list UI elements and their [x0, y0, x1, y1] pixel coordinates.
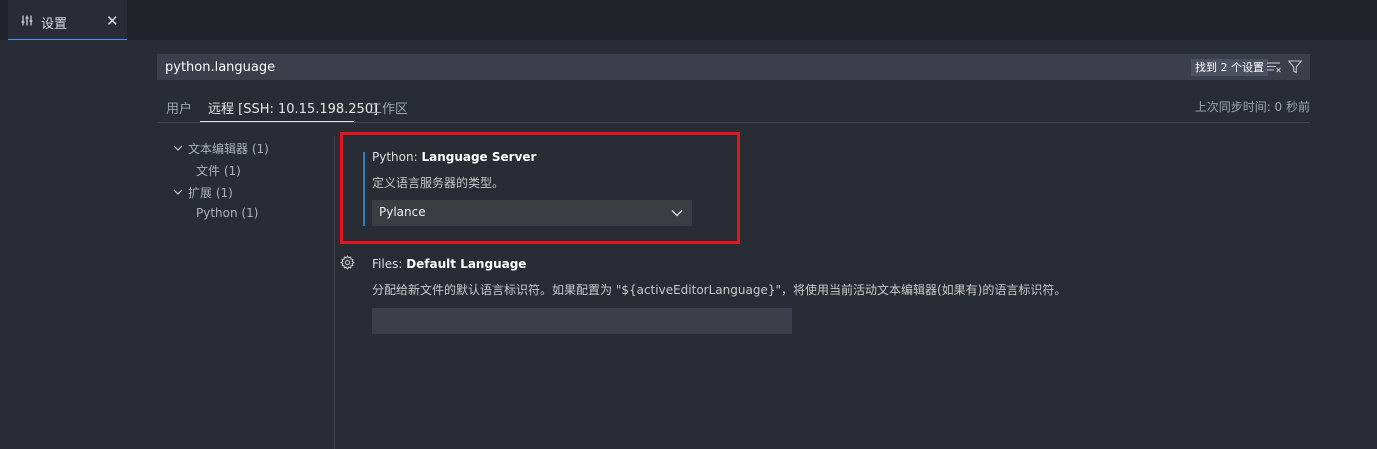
close-icon[interactable]: ✕: [106, 11, 119, 31]
tab-label: 设置: [41, 17, 68, 32]
chevron-down-icon[interactable]: [173, 187, 183, 197]
tab-workspace[interactable]: 工作区: [369, 98, 408, 117]
settings-tab[interactable]: 设置 ✕: [8, 0, 127, 40]
tab-remote[interactable]: 远程 [SSH: 10.15.198.250]: [208, 98, 378, 117]
gear-icon[interactable]: [340, 255, 355, 270]
settings-search-input[interactable]: [165, 54, 1065, 80]
setting-name: Default Language: [406, 257, 527, 271]
setting-category: Files:: [372, 257, 407, 271]
toc-item-python[interactable]: Python (1): [196, 206, 258, 220]
editor-tab-bar: 设置 ✕: [0, 0, 1377, 40]
toc-item-extensions[interactable]: 扩展 (1): [188, 184, 233, 201]
settings-sliders-icon: [21, 15, 33, 26]
settings-scope-tabs: 用户 远程 [SSH: 10.15.198.250] 工作区 上次同步时间: 0…: [157, 92, 1310, 123]
clear-filter-icon[interactable]: [1267, 61, 1281, 73]
filter-icon[interactable]: [1288, 60, 1302, 74]
highlight-box: [340, 132, 740, 244]
default-language-input[interactable]: [372, 308, 792, 334]
setting-title-default-language: Files: Default Language: [372, 257, 526, 271]
toc-divider: [334, 136, 335, 449]
settings-search-box: 找到 2 个设置: [157, 54, 1310, 80]
toc-item-files[interactable]: 文件 (1): [196, 162, 241, 179]
tab-user[interactable]: 用户: [166, 98, 192, 117]
toc-item-text-editor[interactable]: 文本编辑器 (1): [188, 140, 269, 157]
chevron-down-icon[interactable]: [173, 143, 183, 153]
sync-status: 上次同步时间: 0 秒前: [1194, 100, 1310, 114]
result-count-badge: 找到 2 个设置: [1191, 59, 1268, 76]
active-tab-underline: [200, 121, 354, 122]
setting-description: 分配给新文件的默认语言标识符。如果配置为 "${activeEditorLang…: [372, 283, 1067, 297]
